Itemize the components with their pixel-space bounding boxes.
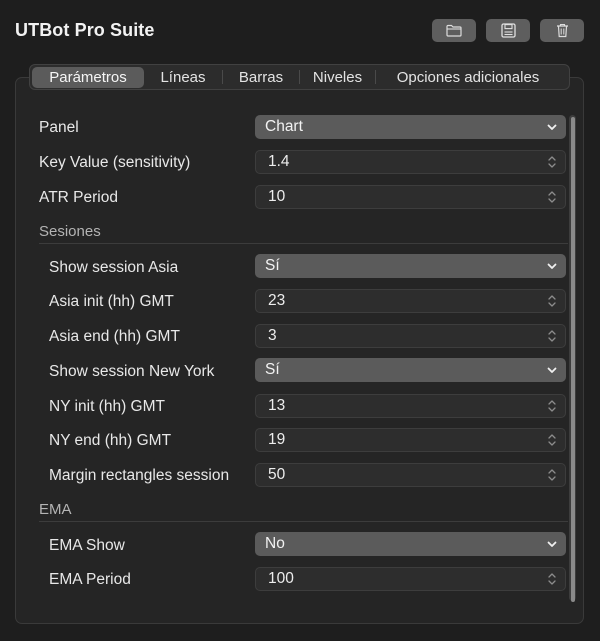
ema-show-select[interactable]: No — [255, 532, 566, 556]
margin-rect-value: 50 — [268, 466, 286, 483]
ny-end-value: 19 — [268, 431, 286, 448]
save-icon — [500, 23, 516, 38]
stepper-arrows-icon[interactable] — [547, 328, 557, 344]
stepper-arrows-icon[interactable] — [547, 571, 557, 587]
margin-rect-stepper[interactable]: 50 — [255, 463, 566, 487]
tab-label: Barras — [238, 68, 284, 86]
tab-lineas[interactable]: Líneas — [144, 67, 222, 88]
ema-period-stepper[interactable]: 100 — [255, 567, 566, 591]
chevron-down-icon — [547, 541, 557, 547]
asia-init-stepper[interactable]: 23 — [255, 289, 566, 313]
sessions-section-header: Sesiones — [39, 223, 101, 240]
ny-end-label: NY end (hh) GMT — [49, 432, 172, 449]
key-value-label: Key Value (sensitivity) — [39, 154, 191, 171]
sessions-divider — [39, 243, 568, 244]
stepper-arrows-icon[interactable] — [547, 293, 557, 309]
ema-show-value: No — [265, 535, 285, 552]
tab-label: Parámetros — [49, 68, 127, 86]
atr-period-value: 10 — [268, 188, 286, 205]
panel-select[interactable]: Chart — [255, 115, 566, 139]
ny-end-stepper[interactable]: 19 — [255, 428, 566, 452]
panel-label: Panel — [39, 119, 79, 136]
stepper-arrows-icon[interactable] — [547, 189, 557, 205]
tab-barras[interactable]: Barras — [223, 67, 299, 88]
tab-opciones-adicionales[interactable]: Opciones adicionales — [376, 67, 560, 88]
asia-init-value: 23 — [268, 292, 286, 309]
tab-label: Niveles — [312, 68, 363, 86]
asia-end-label: Asia end (hh) GMT — [49, 328, 180, 345]
show-asia-label: Show session Asia — [49, 259, 179, 276]
show-asia-value: Sí — [265, 257, 280, 274]
show-ny-value: Sí — [265, 361, 280, 378]
ema-section-header: EMA — [39, 501, 72, 518]
key-value-value: 1.4 — [268, 153, 290, 170]
atr-period-stepper[interactable]: 10 — [255, 185, 566, 209]
show-ny-select[interactable]: Sí — [255, 358, 566, 382]
ema-show-label: EMA Show — [49, 537, 125, 554]
delete-button[interactable] — [540, 19, 584, 42]
tab-bar: Parámetros Líneas Barras Niveles Opcione… — [29, 64, 570, 90]
stepper-arrows-icon[interactable] — [547, 467, 557, 483]
save-button[interactable] — [486, 19, 530, 42]
ema-period-value: 100 — [268, 570, 294, 587]
chevron-down-icon — [547, 367, 557, 373]
tab-label: Opciones adicionales — [396, 68, 540, 86]
trash-icon — [556, 23, 568, 38]
open-button[interactable] — [432, 19, 476, 42]
chevron-down-icon — [547, 124, 557, 130]
stepper-arrows-icon[interactable] — [547, 398, 557, 414]
show-ny-label: Show session New York — [49, 363, 215, 380]
asia-init-label: Asia init (hh) GMT — [49, 293, 174, 310]
ema-period-label: EMA Period — [49, 571, 131, 588]
app-title: UTBot Pro Suite — [15, 20, 155, 40]
tab-label: Líneas — [160, 68, 206, 86]
ema-divider — [39, 521, 568, 522]
asia-end-stepper[interactable]: 3 — [255, 324, 566, 348]
chevron-down-icon — [547, 263, 557, 269]
ny-init-stepper[interactable]: 13 — [255, 394, 566, 418]
tab-niveles[interactable]: Niveles — [300, 67, 375, 88]
ny-init-value: 13 — [268, 397, 286, 414]
stepper-arrows-icon[interactable] — [547, 432, 557, 448]
scrollbar-thumb[interactable] — [571, 117, 575, 602]
tab-parametros[interactable]: Parámetros — [32, 66, 144, 88]
folder-icon — [446, 24, 462, 37]
ny-init-label: NY init (hh) GMT — [49, 398, 165, 415]
key-value-stepper[interactable]: 1.4 — [255, 150, 566, 174]
panel-select-value: Chart — [265, 118, 303, 135]
stepper-arrows-icon[interactable] — [547, 154, 557, 170]
show-asia-select[interactable]: Sí — [255, 254, 566, 278]
asia-end-value: 3 — [268, 327, 277, 344]
margin-rect-label: Margin rectangles session — [49, 467, 230, 484]
atr-period-label: ATR Period — [39, 189, 118, 206]
